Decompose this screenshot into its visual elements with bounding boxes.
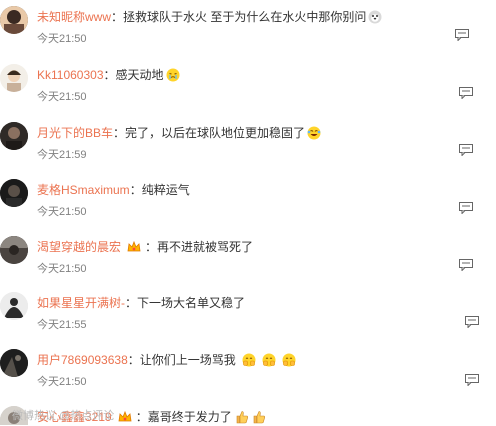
avatar[interactable] — [0, 64, 28, 92]
comment-separator: ： — [145, 240, 158, 254]
reply-icon[interactable] — [465, 316, 479, 328]
cover-face-icon — [242, 353, 256, 367]
comment-separator: ： — [125, 296, 138, 310]
comment-text: 感天动地 — [115, 68, 164, 82]
comment-separator: ： — [113, 126, 126, 140]
reply-icon[interactable] — [455, 29, 469, 41]
comment-time: 今天21:50 — [37, 376, 87, 388]
avatar[interactable] — [0, 349, 28, 377]
avatar[interactable] — [0, 179, 28, 207]
cover-face-icon — [282, 353, 296, 367]
comment-time: 今天21:50 — [37, 206, 87, 218]
comment-time: 今天21:59 — [37, 149, 87, 161]
comment-username[interactable]: 麦格HSmaximum — [37, 183, 130, 197]
touched-face-icon — [166, 68, 180, 82]
comment-line: 月光下的BB车：完了，以后在球队地位更加稳固了 — [37, 124, 321, 142]
comment-separator: ： — [103, 68, 116, 82]
comment-time: 今天21:55 — [37, 319, 87, 331]
comment-username[interactable]: 月光下的BB车 — [37, 126, 113, 140]
crown-badge-icon — [127, 240, 141, 252]
comment-line: 渴望穿越的晨宏 ：再不进就被骂死了 — [37, 238, 253, 256]
thumbs-up-icon — [236, 411, 248, 424]
reply-icon[interactable] — [459, 87, 473, 99]
comment-item: 如果星星开满树-：下一场大名单又稳了 今天21:55 — [0, 290, 496, 348]
comment-text: 下一场大名单又稳了 — [137, 296, 246, 310]
crown-badge-icon — [118, 410, 132, 422]
avatar[interactable] — [0, 6, 28, 34]
comment-line: Kk11060303：感天动地 — [37, 66, 180, 84]
comment-text: 嘉哥终于发力了 — [147, 410, 232, 424]
comment-text: 再不进就被骂死了 — [157, 240, 254, 254]
avatar[interactable] — [0, 236, 28, 264]
comment-username[interactable]: 未知昵称www — [37, 10, 111, 24]
reply-icon[interactable] — [459, 144, 473, 156]
comment-separator: ： — [129, 183, 142, 197]
comment-username[interactable]: 如果星星开满树- — [37, 296, 125, 310]
comment-username[interactable]: 用户7869093638 — [37, 353, 128, 367]
comment-time: 今天21:50 — [37, 33, 87, 45]
reply-icon[interactable] — [459, 259, 473, 271]
comment-text: 纯粹运气 — [141, 183, 190, 197]
comment-username[interactable]: 渴望穿越的晨宏 — [37, 240, 121, 254]
reply-icon[interactable] — [459, 202, 473, 214]
comment-item: 月光下的BB车：完了，以后在球队地位更加稳固了 今天21:59 — [0, 120, 496, 178]
comment-item: 麦格HSmaximum：纯粹运气 今天21:50 — [0, 177, 496, 235]
comment-item: Kk11060303：感天动地 今天21:50 — [0, 62, 496, 120]
thumbs-up-icon — [253, 411, 265, 424]
comment-separator: ： — [127, 353, 140, 367]
comment-item: 渴望穿越的晨宏 ：再不进就被骂死了 今天21:50 — [0, 234, 496, 292]
reply-icon[interactable] — [465, 374, 479, 386]
comment-line: 用户7869093638：让你们上一场骂我 — [37, 351, 296, 369]
comment-item: 用户7869093638：让你们上一场骂我 今天21:50 — [0, 347, 496, 405]
comment-line: 麦格HSmaximum：纯粹运气 — [37, 181, 190, 199]
comment-separator: ： — [135, 410, 148, 424]
cover-face-icon — [262, 353, 276, 367]
comment-text: 让你们上一场骂我 — [139, 353, 236, 367]
avatar[interactable] — [0, 292, 28, 320]
watermark: 微博热议 @热点评论 — [12, 410, 115, 422]
comment-text: 拯救球队于水火 至于为什么在水火中那你别问 — [123, 10, 367, 24]
comment-time: 今天21:50 — [37, 91, 87, 103]
comment-separator: ： — [111, 10, 124, 24]
comment-item: 未知昵称www：拯救球队于水火 至于为什么在水火中那你别问 今天21:50 — [0, 4, 496, 62]
comment-line: 如果星星开满树-：下一场大名单又稳了 — [37, 294, 245, 312]
comment-list: 未知昵称www：拯救球队于水火 至于为什么在水火中那你别问 今天21:50 Kk… — [0, 0, 496, 425]
comment-text: 完了，以后在球队地位更加稳固了 — [125, 126, 306, 140]
comment-line: 未知昵称www：拯救球队于水火 至于为什么在水火中那你别问 — [37, 8, 382, 26]
avatar[interactable] — [0, 122, 28, 150]
laugh-cry-face-icon — [307, 126, 321, 140]
comment-time: 今天21:50 — [37, 263, 87, 275]
dog-face-icon — [368, 10, 382, 24]
comment-username[interactable]: Kk11060303 — [37, 68, 104, 82]
